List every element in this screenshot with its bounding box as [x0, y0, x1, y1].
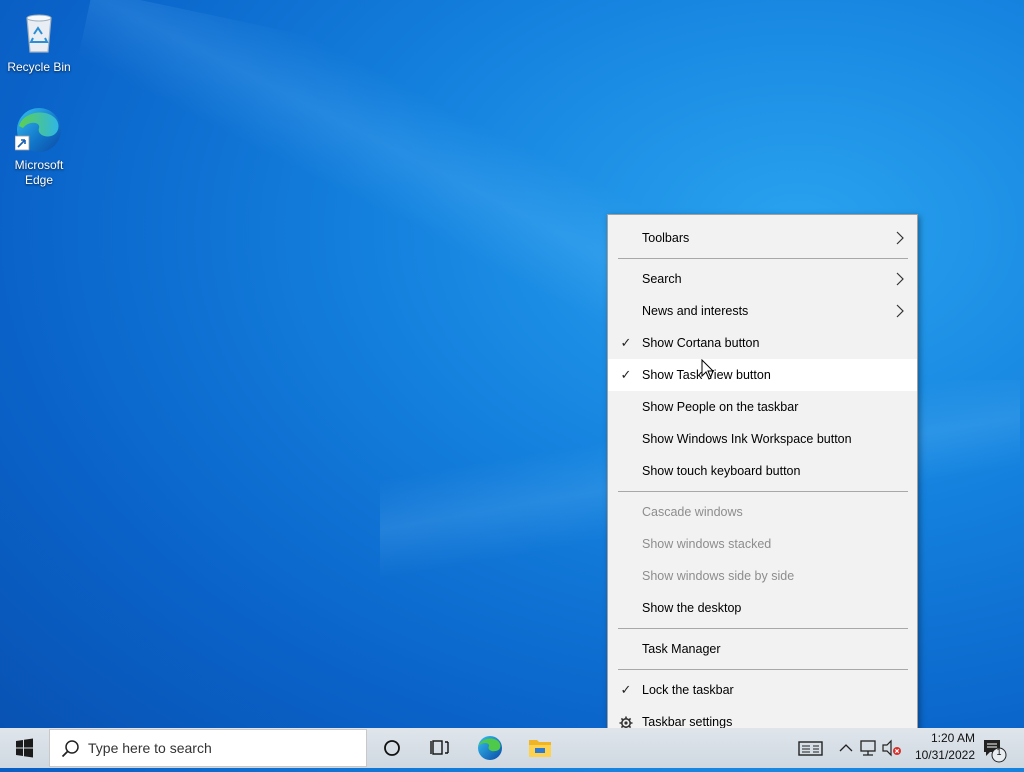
desktop[interactable]: Recycle Bin Microsoft Edge Toolbars Sear… — [0, 0, 1024, 728]
menu-item-label: Cascade windows — [642, 505, 743, 519]
menu-separator — [618, 669, 908, 670]
taskbar-app-file-explorer[interactable] — [516, 728, 564, 768]
menu-item-label: News and interests — [642, 304, 749, 318]
desktop-icon-label: Microsoft Edge — [14, 158, 64, 187]
news-and-interests-button[interactable] — [796, 728, 826, 768]
checkmark-icon: ✓ — [620, 367, 632, 382]
menu-item-show-task-view-button[interactable]: ✓ Show Task View button — [608, 359, 917, 391]
menu-item-label: Task Manager — [642, 642, 721, 656]
menu-item-show-the-desktop[interactable]: Show the desktop — [608, 592, 917, 624]
menu-item-show-touch-keyboard[interactable]: Show touch keyboard button — [608, 455, 917, 487]
menu-item-show-windows-stacked: Show windows stacked — [608, 528, 917, 560]
menu-item-label: Show Windows Ink Workspace button — [642, 432, 852, 446]
menu-item-label: Show Cortana button — [642, 336, 760, 350]
menu-item-label: Show touch keyboard button — [642, 464, 801, 478]
taskbar-app-edge[interactable] — [466, 728, 514, 768]
edge-icon — [14, 106, 63, 154]
desktop-icon-label: Recycle Bin — [7, 60, 71, 74]
menu-item-show-windows-side-by-side: Show windows side by side — [608, 560, 917, 592]
menu-separator — [618, 491, 908, 492]
news-icon — [798, 741, 823, 756]
menu-item-label: Taskbar settings — [642, 715, 733, 728]
menu-item-label: Show the desktop — [642, 601, 742, 615]
menu-item-search[interactable]: Search — [608, 263, 917, 295]
taskbar[interactable]: Type here to search 1:20 AM 10/31/2022 1 — [0, 728, 1024, 768]
start-button[interactable] — [0, 728, 48, 768]
clock-time: 1:20 AM — [930, 731, 975, 745]
menu-item-cascade-windows: Cascade windows — [608, 496, 917, 528]
mouse-cursor-icon — [701, 359, 715, 380]
show-hidden-icons-button[interactable] — [836, 728, 856, 768]
desktop-icon-recycle-bin[interactable]: Recycle Bin — [1, 8, 77, 75]
menu-item-news-and-interests[interactable]: News and interests — [608, 295, 917, 327]
chevron-up-icon — [839, 744, 853, 752]
network-button[interactable] — [858, 728, 880, 768]
menu-item-show-windows-ink[interactable]: Show Windows Ink Workspace button — [608, 423, 917, 455]
clock-date: 10/31/2022 — [914, 748, 975, 762]
action-center-button[interactable]: 1 — [978, 728, 1022, 768]
gear-icon — [618, 706, 634, 728]
volume-button[interactable] — [880, 728, 902, 768]
chevron-right-icon — [896, 231, 904, 245]
volume-muted-icon — [882, 739, 901, 757]
menu-item-label: Lock the taskbar — [642, 683, 734, 697]
menu-item-show-cortana-button[interactable]: ✓ Show Cortana button — [608, 327, 917, 359]
desktop-icon-microsoft-edge[interactable]: Microsoft Edge — [1, 106, 77, 188]
task-view-button[interactable] — [416, 728, 464, 768]
edge-icon — [478, 736, 502, 760]
menu-item-label: Search — [642, 272, 682, 286]
cortana-icon — [384, 740, 400, 756]
menu-item-task-manager[interactable]: Task Manager — [608, 633, 917, 665]
recycle-bin-icon — [15, 8, 63, 56]
chevron-right-icon — [896, 304, 904, 318]
task-view-icon — [430, 740, 449, 755]
menu-item-label: Toolbars — [642, 231, 690, 245]
cortana-button[interactable] — [368, 728, 416, 768]
file-explorer-icon — [529, 740, 551, 757]
checkmark-icon: ✓ — [620, 682, 632, 697]
menu-item-show-people[interactable]: Show People on the taskbar — [608, 391, 917, 423]
chevron-right-icon — [896, 272, 904, 286]
menu-item-label: Show People on the taskbar — [642, 400, 799, 414]
windows-logo-icon — [16, 738, 33, 758]
taskbar-context-menu: Toolbars Search News and interests ✓ Sho… — [607, 214, 918, 728]
menu-item-label: Show windows side by side — [642, 569, 795, 583]
menu-separator — [618, 628, 908, 629]
menu-item-lock-the-taskbar[interactable]: ✓ Lock the taskbar — [608, 674, 917, 706]
checkmark-icon: ✓ — [620, 335, 632, 350]
menu-item-taskbar-settings[interactable]: Taskbar settings — [608, 706, 917, 728]
menu-separator — [618, 258, 908, 259]
taskbar-search-box[interactable]: Type here to search — [49, 729, 367, 767]
menu-item-toolbars[interactable]: Toolbars — [608, 222, 917, 254]
taskbar-clock[interactable]: 1:20 AM 10/31/2022 — [903, 730, 975, 764]
search-icon — [61, 740, 79, 758]
menu-item-label: Show windows stacked — [642, 537, 772, 551]
network-icon — [860, 740, 876, 756]
notification-count: 1 — [996, 747, 1002, 757]
search-placeholder: Type here to search — [88, 740, 212, 756]
